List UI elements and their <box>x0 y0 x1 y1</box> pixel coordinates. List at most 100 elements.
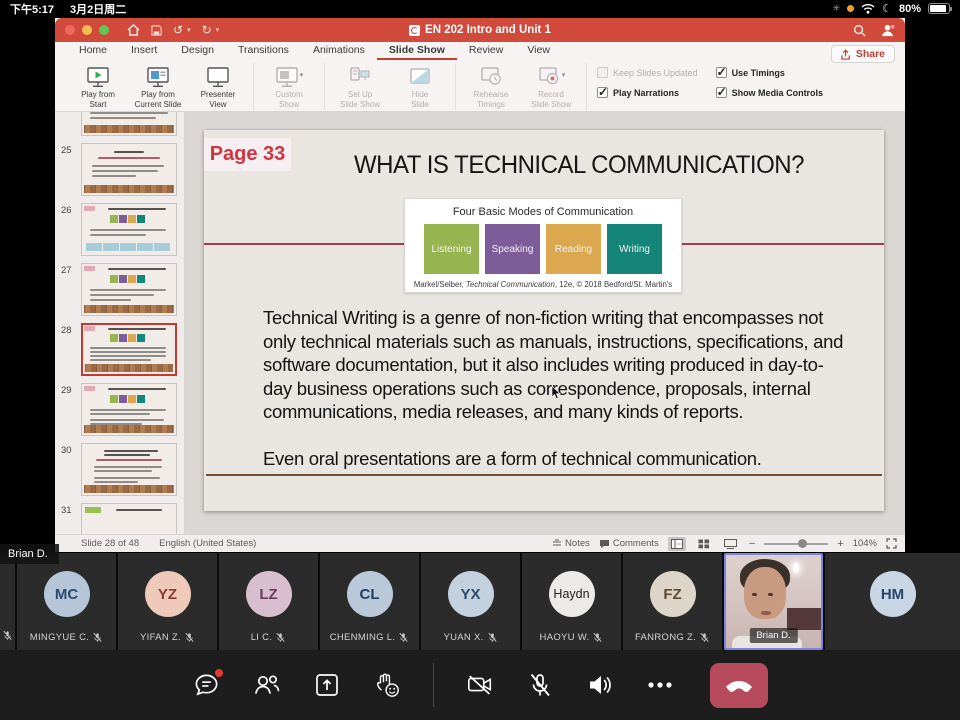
participant-name: LI C. <box>251 632 273 643</box>
show-media-controls-option[interactable]: Show Media Controls <box>716 87 824 98</box>
share-content-button[interactable] <box>313 671 341 699</box>
play-from-current-slide-button[interactable]: Play from Current Slide <box>130 63 186 109</box>
thumbnail-number: 30 <box>55 443 81 496</box>
reactions-button[interactable] <box>373 671 401 699</box>
play-narrations-option[interactable]: Play Narrations <box>597 87 698 98</box>
ppt-main-area: 25 26 <box>55 112 905 534</box>
tab-view[interactable]: View <box>515 42 562 60</box>
minimize-window-button[interactable] <box>82 25 92 35</box>
mode-listening: Listening <box>424 224 479 274</box>
tab-review[interactable]: Review <box>457 42 515 60</box>
participant-tile-yuan[interactable]: YX YUAN X. <box>421 553 520 650</box>
participant-tile-mingyue[interactable]: MC MINGYUE C. <box>17 553 116 650</box>
custom-show-dropdown-icon: ▾ <box>300 72 304 80</box>
tab-home[interactable]: Home <box>67 42 119 60</box>
participant-tile-brian-video[interactable]: Brian D. <box>724 553 823 650</box>
redo-icon[interactable]: ↻ <box>202 23 212 37</box>
tab-insert[interactable]: Insert <box>119 42 169 60</box>
mic-muted-icon <box>487 632 498 643</box>
slide-canvas[interactable]: Page 33 WHAT IS TECHNICAL COMMUNICATION?… <box>204 130 884 511</box>
figure-citation: Markel/Selber, Technical Communication, … <box>405 280 681 289</box>
notes-toggle[interactable]: Notes <box>552 538 590 549</box>
slide-thumbnail-panel[interactable]: 25 26 <box>55 112 185 534</box>
participant-tile-hm[interactable]: HM <box>825 553 960 650</box>
close-window-button[interactable] <box>65 25 75 35</box>
mic-muted-icon <box>398 632 409 643</box>
qat-customize-icon[interactable]: ▾ <box>216 26 220 34</box>
tab-transitions[interactable]: Transitions <box>226 42 301 60</box>
quick-access-toolbar[interactable]: ↺ ▾ ↻ ▾ <box>127 23 219 37</box>
normal-view-button[interactable] <box>668 537 686 551</box>
more-options-button[interactable] <box>646 671 674 699</box>
ribbon-tab-bar: Home Insert Design Transitions Animation… <box>55 42 905 60</box>
titlebar-actions[interactable] <box>853 24 895 37</box>
home-icon[interactable] <box>127 24 140 36</box>
mic-toggle-button[interactable] <box>526 671 554 699</box>
participant-tile-chenming[interactable]: CL CHENMING L. <box>320 553 419 650</box>
account-person-icon[interactable] <box>880 24 895 37</box>
tab-design[interactable]: Design <box>169 42 226 60</box>
thumbnail-slide-29[interactable]: 29 <box>55 383 178 436</box>
slide-body-text: Technical Writing is a genre of non-fict… <box>263 306 851 424</box>
rehearse-timings-button[interactable]: Rehearse Timings <box>463 63 519 109</box>
zoom-out-button[interactable]: − <box>749 538 755 550</box>
participant-tile-fanrong[interactable]: FZ FANRONG Z. <box>623 553 722 650</box>
use-timings-checkbox[interactable] <box>716 67 727 78</box>
participant-tile-partial[interactable] <box>0 553 15 650</box>
play-narrations-checkbox[interactable] <box>597 87 608 98</box>
thumbnail-slide-28-selected[interactable]: 28 <box>55 323 178 376</box>
undo-dropdown-icon[interactable]: ▾ <box>187 26 191 34</box>
chat-button[interactable] <box>193 671 221 699</box>
thumbnail-slide-27[interactable]: 27 <box>55 263 178 316</box>
undo-icon[interactable]: ↺ <box>173 23 183 37</box>
slide-editing-area[interactable]: Page 33 WHAT IS TECHNICAL COMMUNICATION?… <box>185 112 905 534</box>
record-slide-show-icon <box>537 65 561 89</box>
ppt-titlebar[interactable]: ↺▾ ↻ ▾ EN 202 Intro and Unit 1 <box>55 18 905 42</box>
tab-slide-show[interactable]: Slide Show <box>377 42 457 60</box>
four-modes-figure: Four Basic Modes of Communication Listen… <box>404 198 682 293</box>
save-icon[interactable] <box>151 25 162 36</box>
end-call-button[interactable] <box>710 663 768 708</box>
zoom-window-button[interactable] <box>99 25 109 35</box>
slide-show-view-button[interactable] <box>722 537 740 551</box>
battery-percent: 80% <box>899 3 921 15</box>
thumbnail-slide-31-partial[interactable]: 31 <box>55 503 178 534</box>
camera-toggle-button[interactable] <box>466 671 494 699</box>
zoom-slider[interactable] <box>764 543 828 545</box>
thumbnail-slide-24-partial[interactable] <box>55 112 178 136</box>
thumbnail-slide-26[interactable]: 26 <box>55 203 178 256</box>
thumbnail-slide-30[interactable]: 30 <box>55 443 178 496</box>
keep-slides-updated-checkbox[interactable] <box>597 67 608 78</box>
fit-to-window-icon[interactable] <box>886 538 897 549</box>
custom-show-button[interactable]: ▾ Custom Show <box>261 63 317 109</box>
comments-toggle[interactable]: Comments <box>599 538 659 549</box>
slide-sorter-view-button[interactable] <box>695 537 713 551</box>
participant-tile-haoyu[interactable]: Haydn HAOYU W. <box>522 553 621 650</box>
presenter-view-icon <box>206 65 230 89</box>
share-button[interactable]: Share <box>831 45 895 63</box>
hide-slide-button[interactable]: Hide Slide <box>392 63 448 109</box>
zoom-level[interactable]: 104% <box>853 538 877 549</box>
language-indicator[interactable]: English (United States) <box>159 538 256 549</box>
zoom-slider-thumb[interactable] <box>798 539 807 548</box>
participant-tile-li[interactable]: LZ LI C. <box>219 553 318 650</box>
search-icon[interactable] <box>853 24 866 37</box>
thumbnail-image <box>81 263 177 316</box>
record-slide-show-button[interactable]: ▾ Record Slide Show <box>523 63 579 109</box>
thumbnail-slide-25[interactable]: 25 <box>55 143 178 196</box>
window-controls[interactable] <box>65 25 109 35</box>
mic-off-icon <box>527 672 553 699</box>
comments-icon <box>599 539 610 549</box>
tab-animations[interactable]: Animations <box>301 42 377 60</box>
speaker-button[interactable] <box>586 671 614 699</box>
play-from-start-button[interactable]: Play from Start <box>70 63 126 109</box>
show-media-controls-checkbox[interactable] <box>716 87 727 98</box>
presenter-view-button[interactable]: Presenter View <box>190 63 246 109</box>
zoom-in-button[interactable]: + <box>837 538 843 550</box>
participants-button[interactable] <box>253 671 281 699</box>
participant-tile-yifan[interactable]: YZ YIFAN Z. <box>118 553 217 650</box>
set-up-slide-show-button[interactable]: Set Up Slide Show <box>332 63 388 109</box>
keep-slides-updated-option[interactable]: Keep Slides Updated <box>597 67 698 78</box>
thumbnail-number: 25 <box>55 143 81 196</box>
use-timings-option[interactable]: Use Timings <box>716 67 824 78</box>
